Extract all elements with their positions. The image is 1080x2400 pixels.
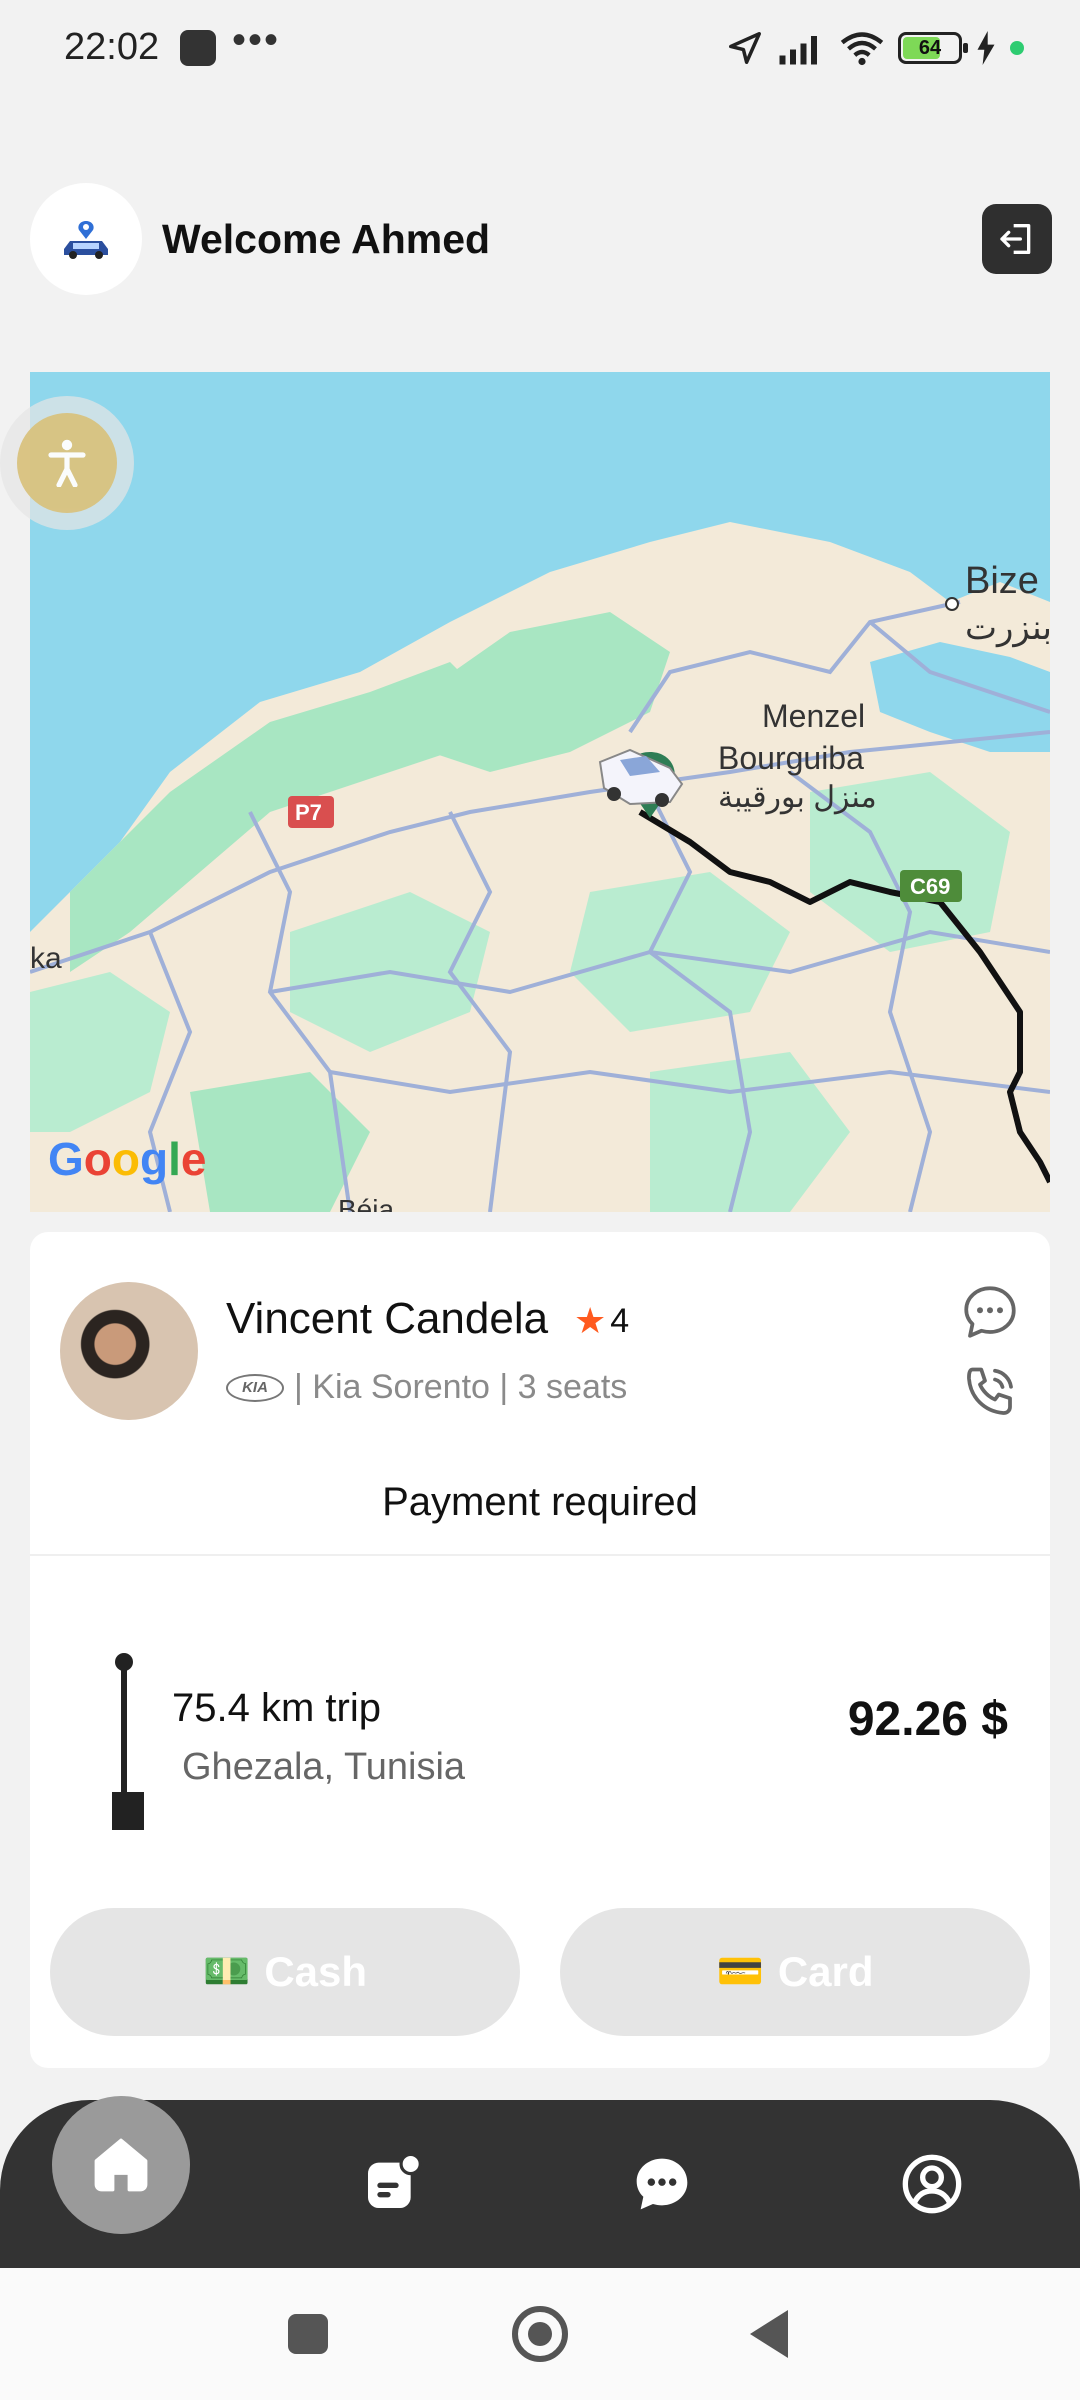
star-icon: ★ — [574, 1300, 607, 1341]
driver-rating: ★ 4 — [574, 1300, 629, 1342]
accessibility-button[interactable] — [0, 396, 134, 530]
recents-button[interactable] — [288, 2314, 328, 2354]
more-notifications-icon: ••• — [232, 18, 281, 62]
phone-call-icon[interactable] — [960, 1362, 1020, 1422]
back-button[interactable] — [750, 2310, 788, 2358]
google-logo: G o o g l e — [48, 1132, 206, 1186]
map-label-bourguiba: Bourguiba — [718, 740, 864, 776]
card-button[interactable]: 💳 Card — [560, 1908, 1030, 2036]
divider — [30, 1554, 1050, 1556]
nav-home[interactable] — [52, 2096, 190, 2234]
car-info: KIA | Kia Sorento | 3 seats — [226, 1368, 627, 1407]
trip-distance: 75.4 km trip — [172, 1686, 381, 1730]
map-label-p7: P7 — [295, 800, 322, 825]
rating-value: 4 — [610, 1301, 630, 1340]
map-canvas[interactable] — [30, 372, 1050, 1212]
logout-button[interactable] — [982, 204, 1052, 274]
privacy-indicator-dot — [1010, 41, 1024, 55]
card-label: Card — [777, 1948, 874, 1995]
wifi-icon — [840, 32, 884, 66]
trip-card: Vincent Candela ★ 4 KIA | Kia Sorento | … — [30, 1232, 1050, 2068]
orders-icon — [368, 2152, 422, 2208]
chat-icon — [636, 2158, 688, 2210]
status-time: 22:02 — [64, 26, 160, 68]
credit-card-icon: 💳 — [716, 1951, 764, 1993]
chat-bubble-icon[interactable] — [960, 1282, 1020, 1342]
map-label-bizerte-ar: بنزرت — [965, 609, 1050, 647]
map-label-c69: C69 — [910, 874, 951, 899]
status-icons: 64 — [726, 26, 1024, 70]
location-icon — [729, 32, 761, 64]
car-location-icon — [64, 221, 108, 259]
driver-avatar — [60, 1282, 198, 1420]
google-letter: g — [140, 1133, 169, 1185]
profile-icon — [902, 2154, 962, 2214]
driver-name: Vincent Candela — [226, 1294, 549, 1343]
google-letter: e — [180, 1133, 207, 1185]
trip-price: 92.26 $ — [847, 1693, 1008, 1746]
map-label-bizerte: Bize — [965, 560, 1039, 602]
charging-icon — [977, 31, 995, 65]
home-icon — [94, 2138, 148, 2192]
map-label-ka: ka — [30, 942, 62, 975]
kia-logo-icon: KIA — [226, 1373, 284, 1402]
map-label-menzel-ar: منزل بورقيبة — [718, 781, 877, 814]
route-map[interactable]: P7 C69 Bize بنزرت Menzel Bourguiba منزل … — [30, 372, 1050, 1212]
app-logo-avatar[interactable] — [30, 183, 142, 295]
google-letter: o — [111, 1133, 140, 1185]
car-details: | Kia Sorento | 3 seats — [294, 1368, 628, 1406]
payment-required-title: Payment required — [382, 1480, 698, 1524]
cash-icon: 💵 — [202, 1951, 251, 1993]
home-system-button[interactable] — [512, 2306, 568, 2362]
signal-icon — [779, 36, 817, 65]
google-letter: o — [83, 1133, 112, 1185]
trip-destination: Ghezala, Tunisia — [182, 1746, 466, 1788]
cash-button[interactable]: 💵 Cash — [50, 1908, 520, 2036]
nav-orders[interactable] — [322, 2100, 462, 2268]
welcome-title: Welcome Ahmed — [162, 216, 491, 262]
route-indicator-icon — [112, 1653, 144, 1830]
accessibility-icon-bg — [17, 413, 117, 513]
system-nav-bar — [0, 2268, 1080, 2400]
battery-level: 64 — [918, 36, 942, 59]
cash-label: Cash — [264, 1948, 368, 1995]
google-letter: l — [168, 1133, 181, 1185]
logout-icon — [1000, 224, 1031, 254]
battery-icon: 64 — [898, 32, 968, 64]
map-label-menzel: Menzel — [762, 698, 866, 734]
accessibility-icon — [48, 439, 86, 487]
status-bar: 22:02 ••• 64 — [0, 0, 1080, 100]
notification-app-icon — [180, 30, 216, 66]
nav-chat[interactable] — [592, 2100, 732, 2268]
google-letter: G — [48, 1133, 84, 1185]
nav-profile[interactable] — [862, 2100, 1002, 2268]
map-label-beja: Béja — [338, 1194, 395, 1212]
